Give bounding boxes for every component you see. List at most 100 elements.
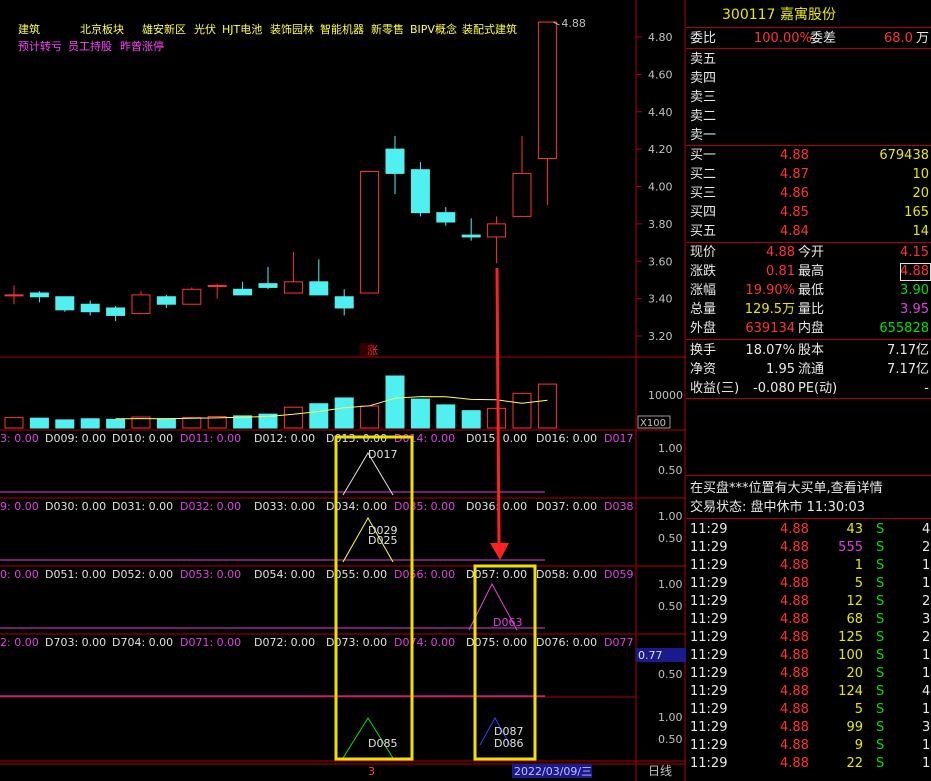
tick-price: 4.88	[780, 630, 809, 645]
tick-count: 1	[922, 756, 931, 771]
signal-axis-label: 1.00	[658, 711, 683, 724]
tick-volume: 125	[838, 630, 863, 645]
big-order-notice[interactable]: 在买盘***位置有大买单,查看详情	[686, 479, 931, 498]
tick-row: 11:29 4.88 5 S 1	[686, 700, 931, 719]
buy-order-volume: 10	[912, 167, 929, 182]
volume-bar	[55, 419, 75, 429]
tick-price: 4.88	[780, 756, 809, 771]
tick-time: 11:29	[690, 756, 728, 771]
stock-code: 300117	[722, 7, 776, 23]
signal-label: D072: 0.00	[254, 636, 315, 649]
limit-up-marker-bg	[360, 343, 374, 357]
tick-side: S	[876, 666, 885, 681]
quote-value: 19.90%	[745, 283, 795, 298]
quote-row: 总量 129.5万 量比 3.95	[686, 300, 931, 319]
tick-volume: 12	[846, 594, 863, 609]
signal-label: D703: 0.00	[45, 636, 106, 649]
quote-value: 3.95	[900, 302, 929, 317]
tick-time: 11:29	[690, 522, 728, 537]
tick-side: S	[876, 684, 885, 699]
tick-side: S	[876, 648, 885, 663]
buy-order-row: 买四 4.85 165	[686, 203, 931, 222]
signal-label: D009: 0.00	[45, 432, 106, 445]
stat-label: 换手	[690, 343, 717, 358]
stat-value: 18.07%	[745, 343, 795, 358]
kline-chart-area[interactable]: 建筑 北京板块 雄安新区 光伏 HJT电池 装饰园林 智能机器 新零售 BIPV概念 装配式建筑预…	[0, 0, 686, 781]
signal-label: D036: 0.00	[466, 500, 527, 513]
signal-axis-label: 0.50	[658, 733, 683, 746]
quote-value: 639134	[745, 321, 795, 336]
signal-label-d025: D025	[368, 534, 397, 547]
tick-price: 4.88	[780, 720, 809, 735]
tick-count: 1	[922, 648, 931, 663]
tick-side: S	[876, 576, 885, 591]
signal-axis-label: 1.00	[658, 578, 683, 591]
tick-price: 4.88	[780, 612, 809, 627]
candle-body	[233, 288, 253, 296]
price-axis-label: 4.00	[648, 181, 673, 194]
buy-order-price: 4.84	[780, 224, 809, 239]
quote-label: 外盘	[690, 321, 717, 336]
tick-volume: 100	[838, 648, 863, 663]
sell-order-row: 卖一	[686, 126, 931, 145]
tick-count: 2	[922, 594, 931, 609]
quote-row: 现价 4.88 今开 4.15	[686, 243, 931, 262]
buy-order-label: 买二	[690, 167, 717, 182]
price-axis-label: 3.60	[648, 255, 673, 268]
stat-label: 流通	[798, 362, 825, 377]
tick-count: 3	[922, 612, 931, 627]
price-axis-label: 4.20	[648, 143, 673, 156]
stat-row: 换手 18.07% 股本 7.17亿	[686, 341, 931, 360]
quote-label: 涨跌	[690, 264, 717, 279]
volume-bar	[80, 418, 100, 429]
tick-price: 4.88	[780, 576, 809, 591]
volume-bar	[410, 398, 430, 429]
candle-body	[512, 172, 532, 217]
buy-order-price: 4.85	[780, 205, 809, 220]
big-order-notice-text: 在买盘***位置有大买单,查看详情	[690, 481, 883, 496]
tick-row: 11:29 4.88 124 S 4	[686, 682, 931, 701]
annotation-arrow	[495, 267, 501, 545]
volume-axis-label: 10000	[648, 389, 683, 402]
signal-label: D077	[604, 636, 633, 649]
sell-order-label: 卖五	[690, 52, 717, 67]
volume-bar	[334, 397, 354, 429]
tick-volume: 1	[854, 558, 863, 573]
candle-body	[80, 303, 100, 313]
tick-volume: 5	[854, 702, 863, 717]
buy-order-row: 买二 4.87 10	[686, 165, 931, 184]
date-cursor: 2022/03/09/三	[514, 765, 592, 778]
tick-side: S	[876, 540, 885, 555]
quote-label: 总量	[690, 302, 717, 317]
candle-body	[131, 294, 151, 315]
candle-body	[410, 169, 430, 214]
weibi-value: 100.00%	[754, 31, 812, 46]
signal-label: D071: 0.00	[180, 636, 241, 649]
signal-axis-label: 1.00	[658, 510, 683, 523]
tick-count: 1	[922, 558, 931, 573]
candle-body	[537, 21, 557, 159]
signal-label: D035: 0.00	[394, 500, 455, 513]
buy-order-price: 4.86	[780, 186, 809, 201]
signal-label: D052: 0.00	[112, 568, 173, 581]
buy-order-volume: 14	[912, 224, 929, 239]
tick-price: 4.88	[780, 594, 809, 609]
tick-price: 4.88	[780, 738, 809, 753]
high-value-box	[900, 263, 931, 281]
tick-time: 11:29	[690, 612, 728, 627]
tick-row: 11:29 4.88 100 S 1	[686, 646, 931, 665]
header-tag: 员工持股	[68, 39, 112, 53]
tick-time: 11:29	[690, 648, 728, 663]
candle-body	[309, 281, 329, 296]
tick-time: 11:29	[690, 558, 728, 573]
tick-side: S	[876, 558, 885, 573]
period-selector[interactable]: 日线	[648, 764, 672, 778]
tick-count: 2	[922, 540, 931, 555]
candle-body	[360, 171, 380, 294]
quote-label: 量比	[798, 302, 825, 317]
buy-order-label: 买四	[690, 205, 717, 220]
stat-row: 收益(三) -0.080 PE(动) -	[686, 379, 931, 398]
high-price-label: 4.88	[561, 17, 586, 30]
tick-volume: 9	[854, 738, 863, 753]
signal-label: D051: 0.00	[45, 568, 106, 581]
